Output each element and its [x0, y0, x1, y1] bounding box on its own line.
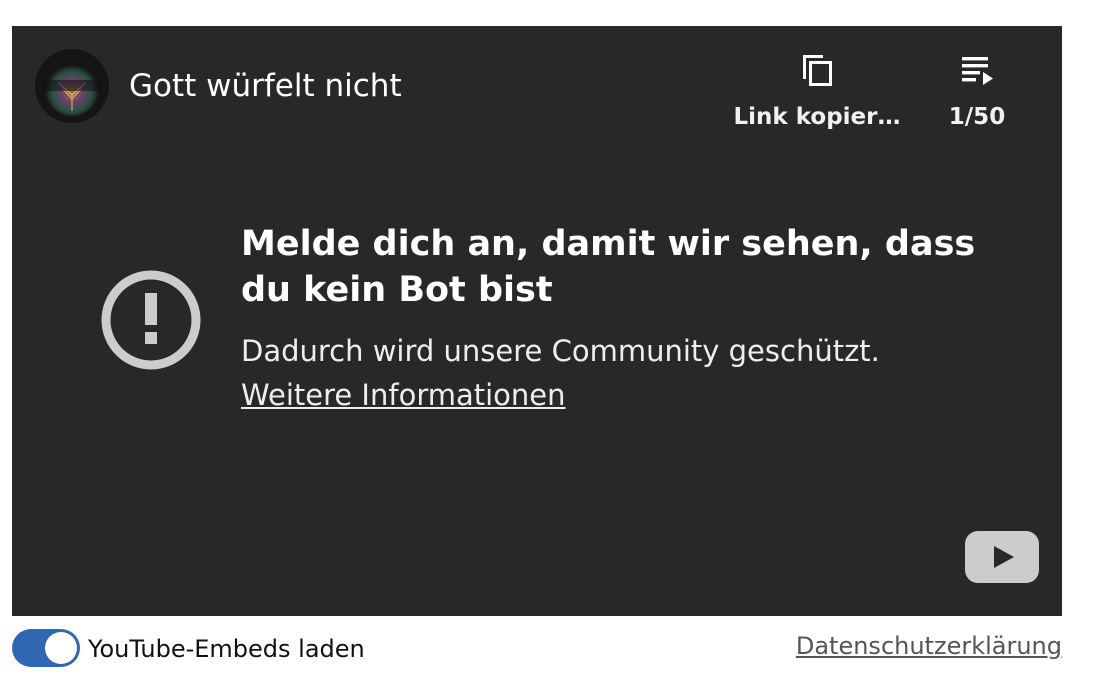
load-embeds-toggle[interactable] [12, 629, 80, 667]
copy-link-label: Link kopier… [733, 104, 901, 130]
copy-link-button[interactable]: Link kopier… [732, 48, 902, 132]
message-text-block: Melde dich an, damit wir sehen, dass du … [241, 221, 1011, 417]
message-heading: Melde dich an, damit wir sehen, dass du … [241, 224, 976, 310]
more-info-link[interactable]: Weitere Informationen [241, 373, 566, 417]
message-subtext: Dadurch wird unsere Community geschützt. [241, 334, 880, 368]
privacy-policy-link[interactable]: Datenschutzerklärung [796, 630, 1062, 662]
alert-circle-icon [100, 269, 202, 371]
embed-footer: YouTube-Embeds laden Datenschutzerklärun… [12, 616, 1062, 686]
channel-avatar-image [35, 49, 109, 123]
playlist-button[interactable]: 1/50 [932, 48, 1022, 132]
playlist-position: 1/50 [948, 104, 1006, 130]
video-title[interactable]: Gott würfelt nicht [129, 66, 402, 106]
load-embeds-label[interactable]: YouTube-Embeds laden [88, 633, 365, 665]
youtube-embed-player: Gott würfelt nicht Link kopier… 1/50 Mel… [12, 26, 1062, 616]
youtube-logo-icon[interactable] [964, 530, 1040, 584]
toggle-knob [45, 632, 77, 664]
playlist-icon [957, 48, 997, 88]
channel-avatar[interactable] [35, 49, 109, 123]
sign-in-message: Melde dich an, damit wir sehen, dass du … [100, 221, 1000, 441]
copy-icon [797, 48, 837, 88]
